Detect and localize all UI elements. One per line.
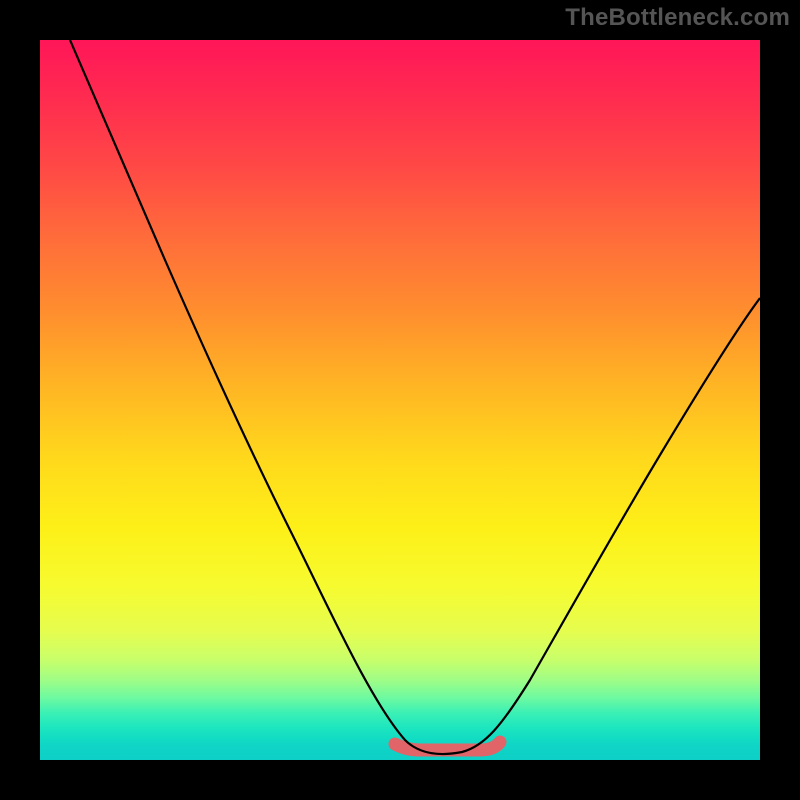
chart-frame: TheBottleneck.com <box>0 0 800 800</box>
plot-area <box>40 40 760 760</box>
curve-layer <box>40 40 760 760</box>
bottleneck-curve <box>70 40 760 754</box>
watermark-text: TheBottleneck.com <box>565 4 790 32</box>
